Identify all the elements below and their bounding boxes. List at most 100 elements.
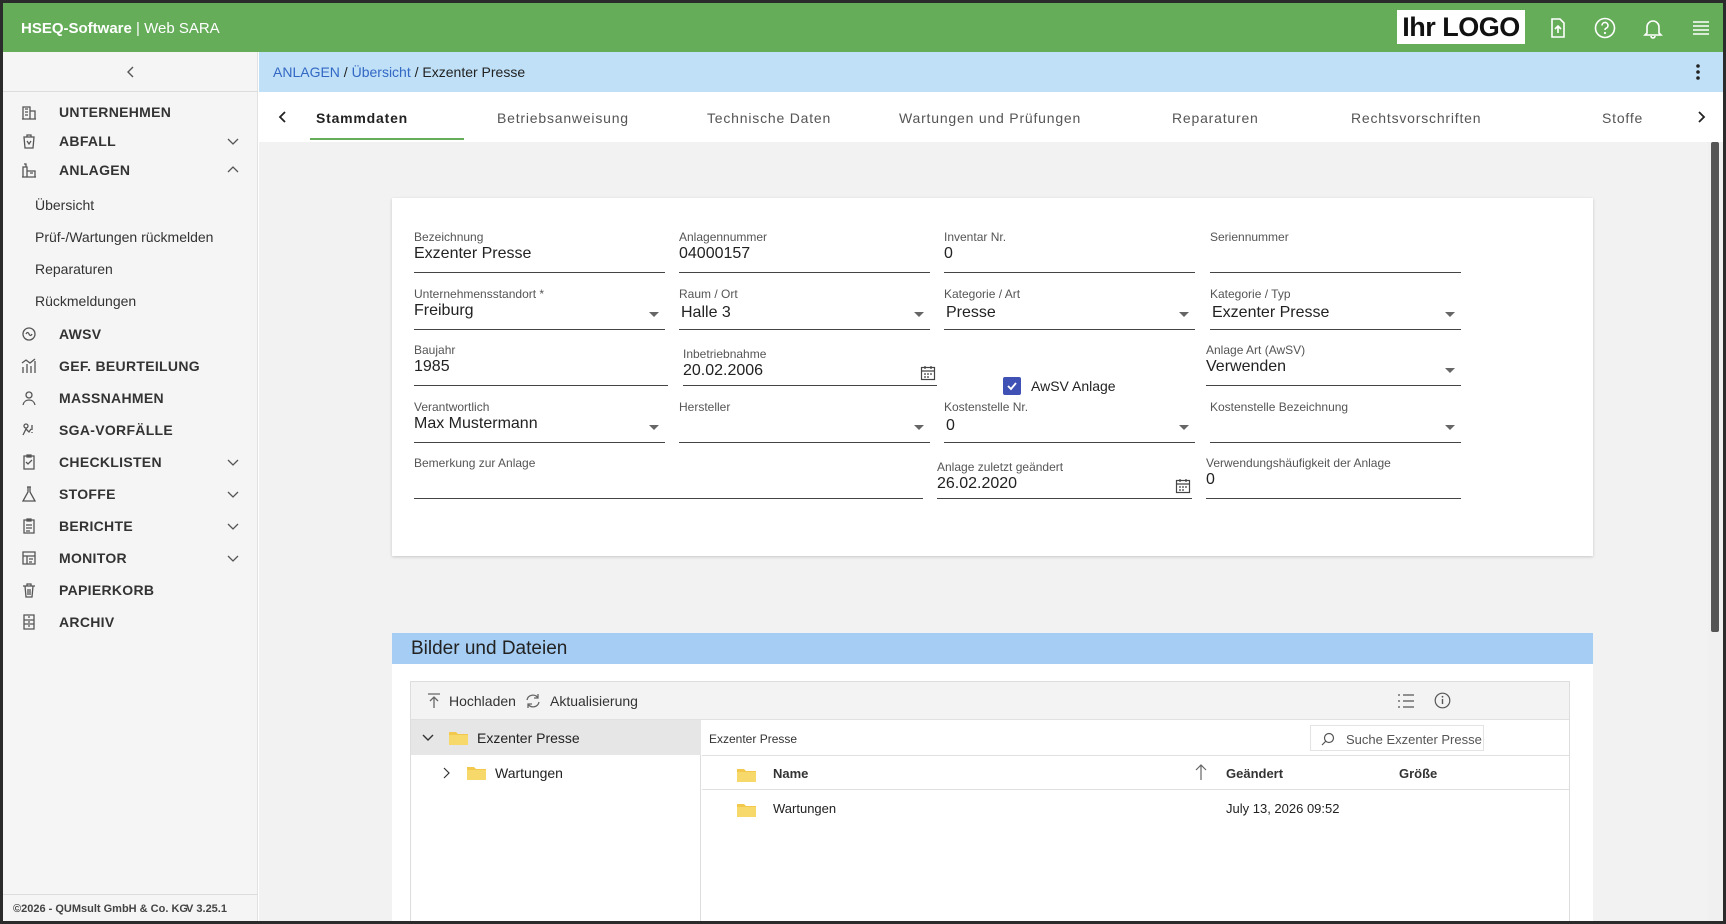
files-section-header: Bilder und Dateien xyxy=(392,633,1593,664)
flask-icon xyxy=(20,485,38,503)
sidebar-item-monitor[interactable]: MONITOR xyxy=(3,542,258,574)
tree-node-root[interactable]: Exzenter Presse xyxy=(411,720,701,755)
checklist-icon xyxy=(20,453,38,471)
sidebar-item-stoffe[interactable]: STOFFE xyxy=(3,478,258,510)
chevron-down-icon xyxy=(227,491,239,498)
chevron-down-icon xyxy=(227,459,239,466)
sidebar-item-papierkorb[interactable]: PAPIERKORB xyxy=(3,574,258,606)
refresh-icon xyxy=(526,694,540,708)
report-icon xyxy=(20,517,38,535)
chevron-left-icon xyxy=(126,66,133,77)
breadcrumb: ANLAGEN / Übersicht / Exzenter Presse xyxy=(273,64,526,80)
chevron-down-icon xyxy=(227,555,239,562)
tab-stoffe[interactable]: Stoffe xyxy=(1602,110,1643,126)
folder-icon xyxy=(737,804,756,817)
sidebar-item-archiv[interactable]: ARCHIV xyxy=(3,606,258,638)
file-path-bar: Exzenter Presse Suche Exzenter Presse xyxy=(702,720,1569,756)
menu-icon[interactable] xyxy=(1688,15,1714,41)
folder-icon xyxy=(737,769,756,782)
chevron-right-icon[interactable] xyxy=(442,767,450,779)
scrollbar-thumb[interactable] xyxy=(1711,142,1719,632)
sidebar-item-berichte[interactable]: BERICHTE xyxy=(3,510,258,542)
help-icon[interactable] xyxy=(1592,15,1618,41)
calendar-icon[interactable] xyxy=(1175,478,1191,494)
top-bar: HSEQ-Software | Web SARA Ihr LOGO xyxy=(3,3,1723,52)
files-section-title: Bilder und Dateien xyxy=(411,638,568,659)
dropdown-arrow-icon xyxy=(1179,312,1189,317)
sort-ascending-icon[interactable] xyxy=(1194,763,1208,781)
dropdown-arrow-icon xyxy=(914,425,924,430)
upload-button[interactable]: Hochladen xyxy=(427,693,516,709)
file-name: Wartungen xyxy=(773,801,837,816)
breadcrumb-anlagen[interactable]: ANLAGEN xyxy=(273,64,340,80)
file-list-header: Name Geändert Größe xyxy=(702,756,1569,790)
breadcrumb-current: Exzenter Presse xyxy=(422,64,526,80)
version-text: V 3.25.1 xyxy=(186,903,227,915)
sidebar-sub-uebersicht[interactable]: Übersicht xyxy=(35,197,94,213)
chevron-down-icon xyxy=(227,138,239,145)
tab-scroll-left-icon[interactable] xyxy=(276,110,290,124)
page-scrollbar[interactable] xyxy=(1708,142,1723,921)
tab-scroll-right-icon[interactable] xyxy=(1694,110,1708,124)
file-list: Exzenter Presse Suche Exzenter Presse Na… xyxy=(702,720,1569,921)
building-icon xyxy=(20,103,38,121)
tab-betriebsanweisung[interactable]: Betriebsanweisung xyxy=(497,110,629,126)
breadcrumb-uebersicht[interactable]: Übersicht xyxy=(352,64,411,80)
file-search-input[interactable]: Suche Exzenter Presse xyxy=(1310,725,1484,751)
tab-rechtsvorschriften[interactable]: Rechtsvorschriften xyxy=(1351,110,1481,126)
sidebar-item-unternehmen[interactable]: UNTERNEHMEN xyxy=(3,96,258,128)
awsv-checkbox[interactable] xyxy=(1003,377,1021,395)
upload-icon[interactable] xyxy=(1545,15,1571,41)
sidebar-item-abfall[interactable]: ABFALL xyxy=(3,125,258,157)
copyright-text: ©2026 - QUMsult GmbH & Co. KG xyxy=(13,903,188,915)
sidebar-sub-pruef-wartungen[interactable]: Prüf-/Wartungen rückmelden xyxy=(35,229,213,245)
sidebar-item-checklisten[interactable]: CHECKLISTEN xyxy=(3,446,258,478)
column-name[interactable]: Name xyxy=(773,766,808,781)
breadcrumb-bar: ANLAGEN / Übersicht / Exzenter Presse xyxy=(259,52,1723,92)
sidebar-item-anlagen[interactable]: ANLAGEN xyxy=(3,154,258,186)
sidebar-item-awsv[interactable]: AWSV xyxy=(3,318,258,350)
awsv-checkbox-label: AwSV Anlage xyxy=(1031,378,1116,394)
monitor-icon xyxy=(20,549,38,567)
sidebar-sub-rueckmeldungen[interactable]: Rückmeldungen xyxy=(35,293,136,309)
folder-tree: Exzenter Presse Wartungen xyxy=(411,720,701,921)
brand-title: HSEQ-Software | Web SARA xyxy=(21,20,220,37)
tree-node-wartungen[interactable]: Wartungen xyxy=(411,755,701,790)
column-size[interactable]: Größe xyxy=(1399,766,1437,781)
tab-technische-daten[interactable]: Technische Daten xyxy=(707,110,831,126)
list-view-icon[interactable] xyxy=(1397,693,1415,714)
column-changed[interactable]: Geändert xyxy=(1226,766,1283,781)
bell-icon[interactable] xyxy=(1640,15,1666,41)
more-vert-icon[interactable] xyxy=(1688,62,1708,82)
collapse-sidebar-button[interactable] xyxy=(3,52,258,92)
sidebar-item-massnahmen[interactable]: MASSNAHMEN xyxy=(3,382,258,414)
sidebar-footer: ©2026 - QUMsult GmbH & Co. KG V 3.25.1 xyxy=(3,894,258,921)
sidebar-item-gef-beurteilung[interactable]: GEF. BEURTEILUNG xyxy=(3,350,258,382)
dropdown-arrow-icon xyxy=(1445,368,1455,373)
file-changed: July 13, 2026 09:52 xyxy=(1226,801,1340,816)
tab-reparaturen[interactable]: Reparaturen xyxy=(1172,110,1259,126)
app-window: HSEQ-Software | Web SARA Ihr LOGO UNTERN… xyxy=(3,3,1723,921)
refresh-button[interactable]: Aktualisierung xyxy=(524,693,638,709)
tab-bar: Stammdaten Betriebsanweisung Technische … xyxy=(259,92,1723,142)
sidebar-item-sga-vorfaelle[interactable]: SGA-VORFÄLLE xyxy=(3,414,258,446)
stammdaten-form: Bezeichnung Exzenter Presse Anlagennumme… xyxy=(392,198,1593,556)
company-logo: Ihr LOGO xyxy=(1397,10,1525,44)
people-icon xyxy=(20,389,38,407)
info-icon[interactable] xyxy=(1434,692,1451,714)
calendar-icon[interactable] xyxy=(920,365,936,381)
sidebar-sub-reparaturen[interactable]: Reparaturen xyxy=(35,261,113,277)
tab-wartungen-pruefungen[interactable]: Wartungen und Prüfungen xyxy=(899,110,1081,126)
folder-icon xyxy=(467,767,486,780)
current-path: Exzenter Presse xyxy=(709,732,798,746)
water-icon xyxy=(20,325,38,343)
table-row[interactable]: Wartungen July 13, 2026 09:52 xyxy=(702,790,1569,826)
main-content: Bezeichnung Exzenter Presse Anlagennumme… xyxy=(259,142,1708,921)
waste-icon xyxy=(20,132,38,150)
tab-stammdaten[interactable]: Stammdaten xyxy=(316,110,408,126)
chevron-down-icon[interactable] xyxy=(422,733,434,743)
dropdown-arrow-icon xyxy=(914,312,924,317)
upload-arrow-icon xyxy=(428,693,440,708)
folder-icon xyxy=(449,732,468,745)
dropdown-arrow-icon xyxy=(1179,425,1189,430)
